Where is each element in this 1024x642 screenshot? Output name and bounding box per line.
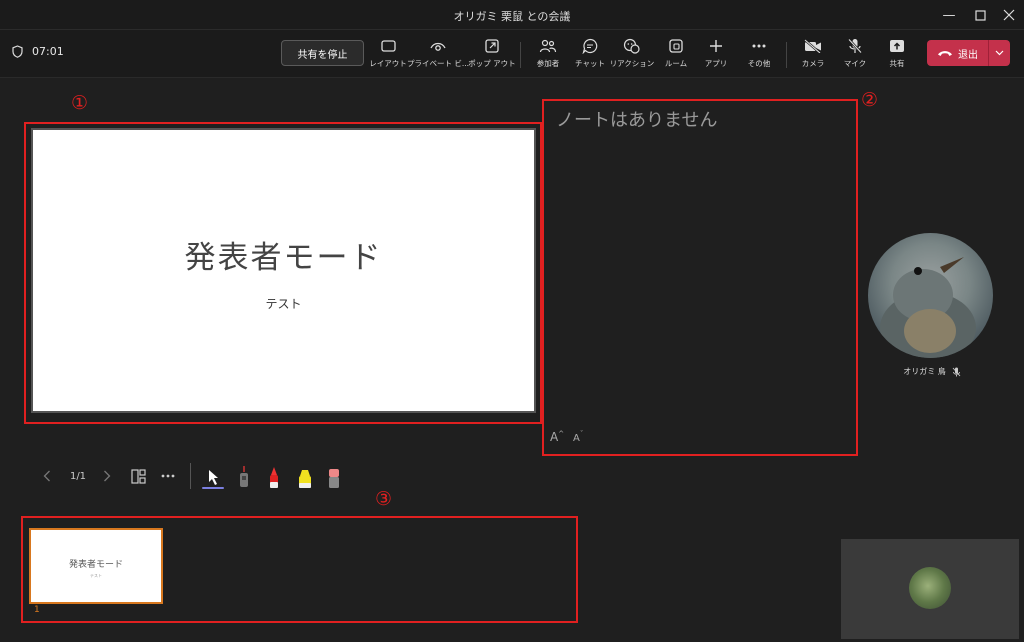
pointer-tool-button[interactable]	[202, 462, 224, 490]
layout-icon	[379, 37, 397, 55]
popout-icon	[483, 37, 501, 55]
people-icon	[539, 37, 557, 55]
stop-sharing-button[interactable]: 共有を停止	[281, 40, 364, 66]
annotation-number-3: ③	[375, 488, 393, 510]
camera-off-icon	[804, 37, 822, 55]
mic-off-icon	[952, 367, 961, 376]
toolbar-divider	[786, 42, 787, 68]
minimize-icon[interactable]: —	[932, 0, 966, 30]
self-avatar	[909, 567, 951, 609]
highlighter-button[interactable]	[294, 462, 316, 490]
speaker-notes: ノートはありません	[556, 110, 718, 131]
decrease-font-button[interactable]: Aˇ	[573, 430, 583, 444]
highlighter-icon	[299, 470, 311, 488]
grid-view-icon[interactable]	[129, 465, 147, 487]
mic-off-icon	[846, 37, 864, 55]
laser-pointer-button[interactable]	[233, 462, 255, 490]
private-view-button[interactable]: プライベート ビ...	[407, 37, 469, 73]
laser-icon	[240, 466, 248, 487]
bird-image	[880, 257, 976, 358]
layout-button[interactable]: レイアウト	[363, 37, 413, 73]
self-view[interactable]	[841, 539, 1019, 639]
phone-icon	[938, 51, 952, 56]
slide-subtitle: テスト	[265, 297, 302, 311]
slide-thumbnail[interactable]: 発表者モード テスト	[29, 528, 163, 604]
leave-label: 退出	[958, 49, 978, 61]
more-icon	[750, 37, 768, 55]
next-slide-icon[interactable]	[100, 465, 114, 487]
reaction-icon	[623, 37, 641, 55]
leave-button[interactable]: 退出	[927, 40, 1010, 66]
reactions-button[interactable]: リアクション	[607, 37, 657, 73]
controls-divider	[190, 463, 191, 489]
current-slide: 発表者モード テスト	[31, 128, 536, 413]
page-indicator: 1/1	[69, 470, 87, 482]
increase-font-button[interactable]: A^	[550, 430, 564, 444]
more-options-icon[interactable]	[159, 465, 177, 487]
shield-icon	[12, 45, 23, 58]
rooms-icon	[667, 37, 685, 55]
participant-avatar	[868, 233, 993, 358]
window-title: オリガミ 栗鼠 との会議	[453, 10, 571, 23]
meeting-toolbar: 07:01 共有を停止 レイアウト プライベート ビ... ポップ アウト 参加…	[0, 30, 1024, 78]
slide-title: 発表者モード	[184, 240, 383, 276]
timer-text: 07:01	[32, 45, 64, 58]
title-bar: オリガミ 栗鼠 との会議 —	[0, 0, 1024, 30]
more-button[interactable]: その他	[734, 37, 784, 73]
previous-slide-icon[interactable]	[40, 465, 54, 487]
leave-main[interactable]: 退出	[927, 46, 988, 61]
participant-name-tag: オリガミ 鳥	[880, 366, 984, 377]
share-button[interactable]: 共有	[872, 37, 922, 73]
participant-name: オリガミ 鳥	[903, 367, 946, 376]
meeting-timer: 07:01	[12, 45, 64, 58]
close-icon[interactable]	[992, 0, 1024, 30]
toolbar-divider	[520, 42, 521, 68]
pop-out-button[interactable]: ポップ アウト	[467, 37, 517, 73]
eraser-icon	[329, 469, 339, 488]
share-icon	[888, 37, 906, 55]
annotation-number-1: ①	[71, 92, 89, 114]
thumbnail-subtitle: テスト	[90, 573, 102, 578]
cursor-icon	[202, 470, 224, 489]
chat-icon	[581, 37, 599, 55]
annotation-box-2	[542, 99, 858, 456]
annotation-number-2: ②	[861, 89, 879, 111]
eye-icon	[429, 37, 447, 55]
eraser-button[interactable]	[323, 462, 345, 490]
red-pen-icon	[270, 467, 278, 488]
thumbnail-title: 発表者モード	[68, 560, 123, 570]
plus-icon	[707, 37, 725, 55]
thumbnail-number: 1	[34, 605, 40, 615]
chevron-down-icon[interactable]	[988, 40, 1010, 66]
red-pen-button[interactable]	[263, 462, 285, 490]
